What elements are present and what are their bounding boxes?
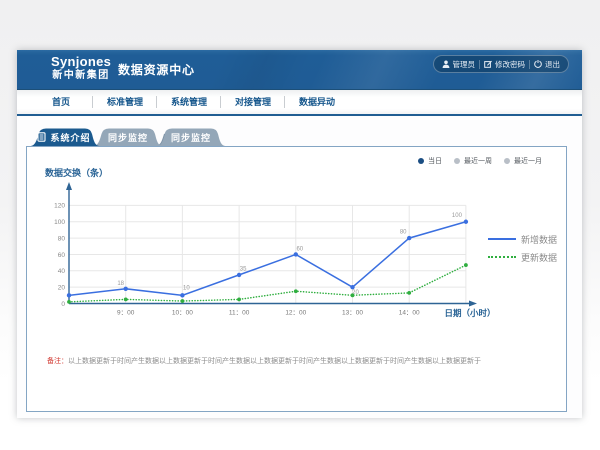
nav-item-home[interactable]: 首页 (29, 90, 93, 114)
logout-button[interactable]: 退出 (530, 59, 564, 70)
tab-label-wrap: 同步监控 (93, 128, 163, 146)
legend-item-new-data: 新增数据 (488, 230, 557, 248)
svg-text:12：00: 12：00 (285, 310, 306, 317)
legend-label: 新增数据 (521, 233, 557, 246)
document-icon (37, 132, 46, 142)
svg-text:80: 80 (400, 230, 407, 236)
footnote: 备注：以上数据更新于时间产生数据以上数据更新于时间产生数据以上数据更新于时间产生… (47, 357, 481, 366)
legend-line-sample-solid (488, 238, 516, 240)
svg-text:18: 18 (117, 281, 124, 287)
logo-subtext: 新中新集团 (51, 70, 111, 81)
app-window: Synjones 新中新集团 数据资源中心 管理员 修改密码 退出 (17, 50, 582, 418)
legend-label: 更新数据 (521, 251, 557, 264)
radio-last-month[interactable]: 最近一月 (504, 156, 542, 166)
current-user-label: 管理员 (453, 59, 476, 70)
tab-label-wrap: 系统介绍 (30, 128, 100, 146)
svg-text:120: 120 (54, 203, 65, 210)
edit-icon (484, 60, 492, 68)
svg-text:60: 60 (296, 246, 303, 252)
svg-text:9：00: 9：00 (117, 310, 135, 317)
svg-text:10: 10 (183, 285, 190, 291)
chart-legend: 新增数据 更新数据 (488, 230, 557, 266)
nav-item-standard-mgmt[interactable]: 标准管理 (93, 90, 157, 114)
tab-sync-monitor-1[interactable]: 同步监控 (93, 128, 163, 146)
svg-text:0: 0 (61, 301, 65, 308)
radio-label: 最近一月 (514, 156, 542, 166)
svg-text:10：00: 10：00 (172, 310, 193, 317)
svg-text:14：00: 14：00 (399, 310, 420, 317)
svg-text:11：00: 11：00 (229, 310, 250, 317)
svg-text:20: 20 (58, 284, 66, 291)
user-toolbar: 管理员 修改密码 退出 (433, 55, 570, 73)
current-user[interactable]: 管理员 (438, 59, 480, 70)
svg-text:100: 100 (452, 213, 463, 219)
tab-label-wrap: 同步监控 (156, 128, 226, 146)
svg-text:100: 100 (54, 219, 65, 226)
legend-line-sample-dotted (488, 256, 516, 258)
company-logo: Synjones 新中新集团 (51, 55, 111, 81)
legend-item-updated-data: 更新数据 (488, 248, 557, 266)
app-header: Synjones 新中新集团 数据资源中心 管理员 修改密码 退出 (17, 50, 582, 90)
svg-text:13：00: 13：00 (342, 310, 363, 317)
power-icon (534, 60, 542, 68)
screen: Synjones 新中新集团 数据资源中心 管理员 修改密码 退出 (0, 0, 600, 450)
nav-item-interface-mgmt[interactable]: 对接管理 (221, 90, 285, 114)
page-title: 数据资源中心 (118, 50, 195, 90)
radio-dot (504, 158, 510, 164)
logo-text: Synjones (51, 55, 111, 69)
svg-text:日期（小时）: 日期（小时） (444, 308, 495, 318)
tab-label: 系统介绍 (50, 131, 90, 144)
footnote-text: 以上数据更新于时间产生数据以上数据更新于时间产生数据以上数据更新于时间产生数据以… (68, 358, 481, 365)
tab-sync-monitor-2[interactable]: 同步监控 (156, 128, 226, 146)
nav-item-data-change[interactable]: 数据异动 (285, 90, 349, 114)
nav-item-system-mgmt[interactable]: 系统管理 (157, 90, 221, 114)
tab-label: 同步监控 (171, 131, 211, 144)
main-nav: 首页 标准管理 系统管理 对接管理 数据异动 (17, 90, 582, 116)
tab-label: 同步监控 (108, 131, 148, 144)
svg-text:35: 35 (240, 266, 247, 272)
logout-label: 退出 (545, 59, 560, 70)
svg-text:60: 60 (58, 252, 66, 259)
content-area: 系统介绍 同步监控 同步监 (17, 116, 582, 418)
tab-system-intro[interactable]: 系统介绍 (30, 128, 100, 146)
change-password-label: 修改密码 (495, 59, 525, 70)
change-password-button[interactable]: 修改密码 (480, 59, 529, 70)
line-chart: 0 20 40 60 80 100 120 9：00 10：00 11：00 12：00 13：00 1… (28, 150, 498, 330)
svg-text:80: 80 (58, 235, 66, 242)
svg-text:40: 40 (58, 268, 66, 275)
footnote-prefix: 备注： (47, 358, 68, 365)
user-icon (442, 60, 450, 68)
